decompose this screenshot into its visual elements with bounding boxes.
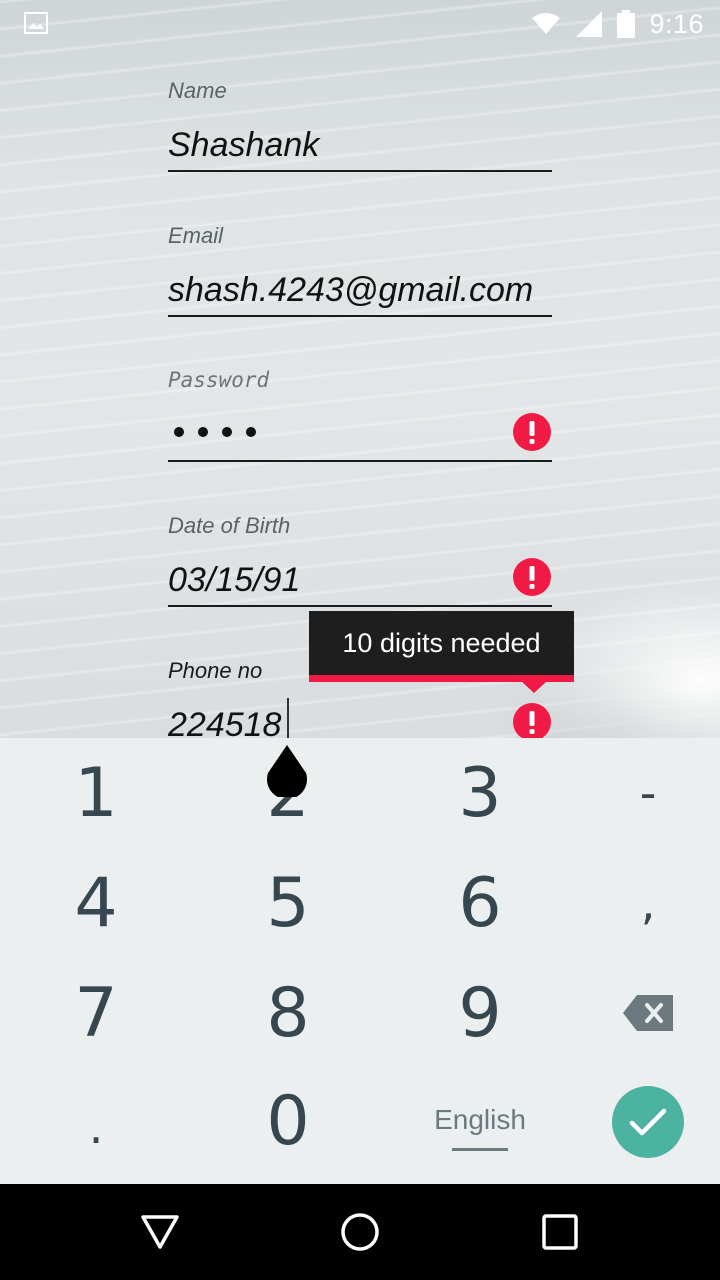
error-tooltip: 10 digits needed [309,611,574,675]
recents-icon [542,1214,578,1250]
key-0[interactable]: 0 [198,1066,378,1176]
error-tooltip-bar [309,675,574,682]
phone-label: Phone no [168,658,263,683]
key-period[interactable]: . [6,1072,186,1182]
password-dot [222,427,232,437]
home-icon [341,1213,379,1251]
key-comma[interactable]: , [558,848,720,958]
email-input[interactable]: shash.4243@gmail.com [168,271,533,310]
back-button[interactable] [126,1198,194,1266]
key-backspace[interactable] [558,958,720,1068]
key-1[interactable]: 1 [6,738,186,848]
backspace-icon [623,995,673,1031]
password-underline [168,460,552,462]
language-label: English [434,1103,526,1135]
password-label: Password [168,368,270,392]
password-dot [246,427,256,437]
name-underline [168,170,552,172]
dob-error-icon[interactable] [512,557,552,597]
error-tooltip-arrow [522,682,546,693]
password-dot [198,427,208,437]
home-button[interactable] [326,1198,394,1266]
battery-icon [617,10,636,38]
dob-underline [168,605,552,607]
dob-field[interactable]: Date of Birth 03/15/91 [168,509,552,611]
password-dot [174,427,184,437]
phone-error-icon[interactable] [512,702,552,742]
key-5[interactable]: 5 [198,848,378,958]
password-error-icon[interactable] [512,412,552,452]
language-key[interactable]: English [390,1072,570,1182]
email-underline [168,315,552,317]
done-button[interactable] [612,1086,684,1158]
wifi-icon [532,13,561,34]
key-4[interactable]: 4 [6,848,186,958]
key-6[interactable]: 6 [390,848,570,958]
key-8[interactable]: 8 [198,958,378,1068]
key-3[interactable]: 3 [390,738,570,848]
screen: 9:16 Name Shashank Email shash.4243@gmai… [0,0,720,1280]
dob-input[interactable]: 03/15/91 [168,561,300,600]
key-dash[interactable]: - [558,738,720,848]
cursor-handle[interactable] [266,745,308,797]
status-right: 9:16 [531,8,704,40]
name-label: Name [168,78,227,103]
navigation-bar [0,1184,720,1280]
dob-label: Date of Birth [168,513,291,538]
back-icon [141,1215,179,1249]
key-9[interactable]: 9 [390,958,570,1068]
check-icon [629,1108,667,1136]
language-underline [452,1147,508,1151]
status-bar: 9:16 [0,0,720,48]
password-input[interactable] [174,427,256,437]
signal-icon [576,11,603,37]
text-cursor [287,698,289,740]
email-field[interactable]: Email shash.4243@gmail.com [168,219,552,321]
name-field[interactable]: Name Shashank [168,74,552,176]
key-7[interactable]: 7 [6,958,186,1068]
password-field[interactable]: Password [168,364,552,466]
email-label: Email [168,223,224,248]
status-time: 9:16 [649,8,704,39]
recents-button[interactable] [526,1198,594,1266]
name-input[interactable]: Shashank [168,126,319,165]
image-icon [24,12,48,34]
